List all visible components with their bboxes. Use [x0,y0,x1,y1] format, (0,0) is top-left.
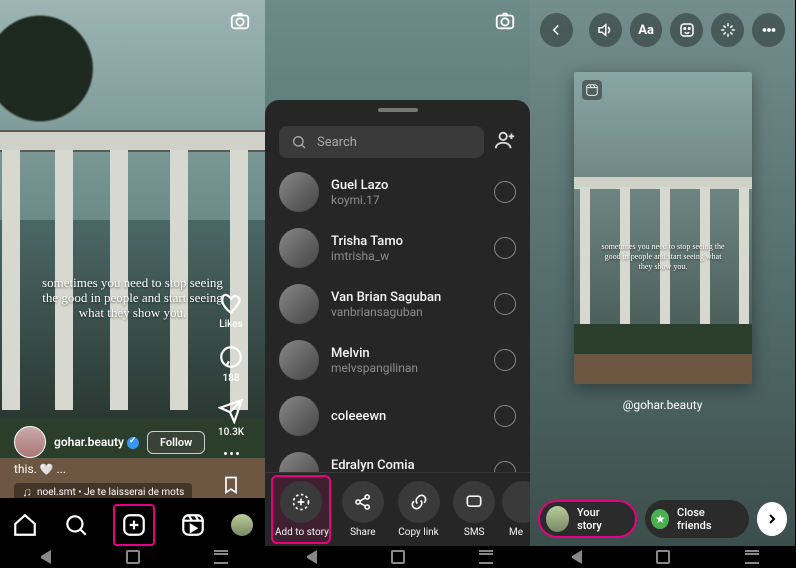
audio-toggle-icon[interactable] [589,13,622,47]
music-note-icon [22,488,32,498]
close-friends-button[interactable]: ★ Close friends [645,500,748,538]
contact-name: Van Brian Saguban [331,290,482,305]
share-actions-bar: Add to story Share Copy link SMS Me [265,472,530,546]
like-button[interactable]: Likes [211,290,251,330]
contact-username: melvspangilinan [331,361,482,375]
search-input[interactable]: Search [279,126,484,158]
share-action-button[interactable]: Share [335,481,391,538]
share-button[interactable]: 10.3K [211,398,251,438]
likes-label: Likes [211,319,251,330]
share-sheet: Search Guel Lazokoymi.17Trisha Tamoimtri… [265,100,530,472]
contact-name: Edralyn Comia [331,458,482,473]
verified-badge-icon [127,437,139,449]
select-radio[interactable] [494,349,516,371]
sheet-drag-handle[interactable] [378,108,418,112]
close-friends-star-icon: ★ [651,509,669,529]
audio-pill[interactable]: noel.smt • Je te laisserai de mots [14,483,192,502]
share-contact-row[interactable]: Edralyn Comiacomiamazing [265,444,530,472]
select-radio[interactable] [494,181,516,203]
add-to-story-button[interactable]: Add to story [271,475,331,544]
your-story-avatar [546,506,569,532]
camera-icon[interactable] [494,10,516,32]
android-home[interactable] [656,550,670,564]
contact-avatar [279,452,319,472]
contact-avatar [279,340,319,380]
text-tool-button[interactable]: Aa [630,13,663,47]
follow-button[interactable]: Follow [147,431,205,454]
contact-username: koymi.17 [331,193,482,207]
share-contact-row[interactable]: Trisha Tamoimtrisha_w [265,220,530,276]
reel-caption[interactable]: this. 🤍 ... [14,462,66,476]
share-contact-row[interactable]: Guel Lazokoymi.17 [265,164,530,220]
story-composer-pane: Aa sometimes you need to stop seeing the… [530,0,795,568]
contact-avatar [279,284,319,324]
effects-icon[interactable] [711,13,744,47]
reel-quote-text: sometimes you need to stop seeing the go… [35,275,230,320]
more-icon[interactable] [752,13,785,47]
android-back[interactable] [37,550,51,564]
back-button[interactable] [540,13,573,47]
more-options-button[interactable] [211,452,251,455]
select-radio[interactable] [494,461,516,472]
mention-label[interactable]: @gohar.beauty [530,398,795,412]
author-username[interactable]: gohar.beauty [54,435,139,449]
composer-top-bar: Aa [530,10,795,50]
android-back[interactable] [568,550,582,564]
nav-profile-avatar[interactable] [231,514,253,536]
white-heart-icon: 🤍 [40,463,54,476]
search-icon [291,134,307,150]
shares-count: 10.3K [211,427,251,438]
author-avatar[interactable] [14,426,46,458]
contact-avatar [279,172,319,212]
share-contact-row[interactable]: Van Brian Sagubanvanbriansaguban [265,276,530,332]
save-button[interactable] [211,473,251,500]
nav-create-button[interactable] [113,504,155,546]
android-recent[interactable] [214,550,228,564]
sms-button[interactable]: SMS [446,481,502,538]
more-actions-cutoff[interactable]: Me [502,481,530,538]
story-preview-frame[interactable]: sometimes you need to stop seeing the go… [574,72,752,384]
comment-button[interactable]: 188 [211,344,251,384]
comments-count: 188 [211,373,251,384]
sticker-icon[interactable] [670,13,703,47]
contact-username: imtrisha_w [331,249,482,263]
contact-name: Guel Lazo [331,178,482,193]
contact-name: Trisha Tamo [331,234,482,249]
send-next-button[interactable] [757,502,787,536]
author-row: gohar.beauty Follow [14,426,205,458]
audio-label: noel.smt • Je te laisserai de mots [37,487,184,498]
copy-link-button[interactable]: Copy link [391,481,447,538]
nav-search-icon[interactable] [63,512,89,538]
select-radio[interactable] [494,405,516,427]
contact-name: Melvin [331,346,482,361]
share-contact-row[interactable]: coleeewn [265,388,530,444]
reel-view-pane: sometimes you need to stop seeing the go… [0,0,265,568]
reel-badge-icon [582,80,602,100]
android-home[interactable] [391,550,405,564]
share-contact-list: Guel Lazokoymi.17Trisha Tamoimtrisha_wVa… [265,164,530,472]
android-nav-bar [0,546,796,568]
nav-reels-icon[interactable] [180,512,206,538]
android-home[interactable] [126,550,140,564]
share-sheet-pane: Search Guel Lazokoymi.17Trisha Tamoimtri… [265,0,530,568]
bottom-nav [0,504,265,546]
add-user-icon[interactable] [494,129,516,155]
nav-home-icon[interactable] [12,512,38,538]
your-story-button[interactable]: Your story [538,500,637,538]
select-radio[interactable] [494,293,516,315]
camera-icon[interactable] [229,10,251,32]
select-radio[interactable] [494,237,516,259]
contact-avatar [279,396,319,436]
android-recent[interactable] [479,550,493,564]
share-contact-row[interactable]: Melvinmelvspangilinan [265,332,530,388]
android-recent[interactable] [745,550,759,564]
android-back[interactable] [303,550,317,564]
contact-name: coleeewn [331,409,482,424]
preview-quote: sometimes you need to stop seeing the go… [598,242,728,272]
search-placeholder: Search [317,135,357,150]
contact-username: vanbriansaguban [331,305,482,319]
contact-avatar [279,228,319,268]
reel-actions-rail: Likes 188 10.3K [211,290,251,500]
story-share-bar: Your story ★ Close friends [538,498,787,540]
